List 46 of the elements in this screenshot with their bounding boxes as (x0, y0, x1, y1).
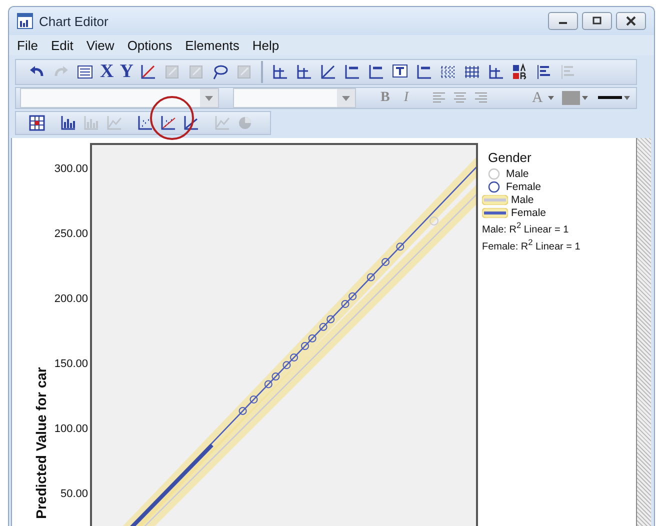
grid-icon[interactable] (439, 63, 458, 81)
legend-label: Female (506, 180, 542, 192)
scatter-plot-icon[interactable] (159, 114, 177, 132)
legend-label: Female (511, 206, 546, 218)
close-icon (626, 16, 636, 26)
annotation-circle (150, 96, 194, 140)
axis-select-button[interactable]: Y (120, 61, 134, 83)
dropdown-caret-icon (205, 96, 214, 100)
menu-item[interactable]: Help (248, 38, 288, 52)
bar-chart-icon[interactable] (59, 114, 77, 132)
grid-icon[interactable] (463, 63, 482, 81)
y-axis-tick-label: 100.00 (54, 423, 88, 435)
scatter-plot-icon[interactable] (136, 114, 154, 132)
legend-title: Gender (488, 150, 532, 165)
fill-color-swatch[interactable] (562, 91, 580, 105)
fit-note: Female: R$^{2}$ Linear = 1 (482, 236, 582, 254)
menu-item[interactable]: Options (123, 38, 182, 52)
line-style-icon[interactable] (598, 96, 622, 100)
dropdown-caret-icon (342, 96, 350, 100)
y-axis-tick-label: 150.00 (54, 358, 88, 370)
menu-item[interactable]: Edit (46, 38, 82, 52)
menu-item[interactable]: File (13, 38, 47, 52)
lasso-icon[interactable] (211, 63, 230, 81)
menu-item[interactable]: Elements (181, 38, 248, 52)
window-title: Chart Editor (39, 14, 108, 28)
dropdown-caret-icon[interactable] (548, 96, 554, 100)
maximize-icon (592, 16, 602, 26)
menu-item[interactable]: View (82, 38, 124, 52)
y-axis-tick-label: 300.00 (54, 163, 88, 175)
legend-label: Male (511, 194, 534, 206)
y-axis-title: Predicted Value for car (33, 367, 49, 519)
fit-line-icon[interactable] (182, 114, 200, 132)
maximize-button[interactable] (582, 12, 612, 30)
y-axis-tick-label: 200.00 (54, 293, 88, 305)
minimize-button[interactable] (548, 12, 578, 30)
close-button[interactable] (616, 12, 646, 30)
dropdown-caret-icon[interactable] (624, 96, 630, 100)
y-axis-tick-label: 50.00 (60, 488, 88, 500)
axis-select-button[interactable]: X (100, 61, 114, 83)
list-icon[interactable] (76, 63, 94, 81)
fit-note: Male: R$^{2}$ Linear = 1 (482, 219, 570, 236)
dropdown-caret-icon[interactable] (582, 96, 588, 100)
chart-app-icon (17, 13, 33, 29)
legend-label: Male (506, 168, 529, 180)
table-icon[interactable] (28, 114, 46, 132)
y-axis-tick-label: 250.00 (54, 228, 88, 240)
